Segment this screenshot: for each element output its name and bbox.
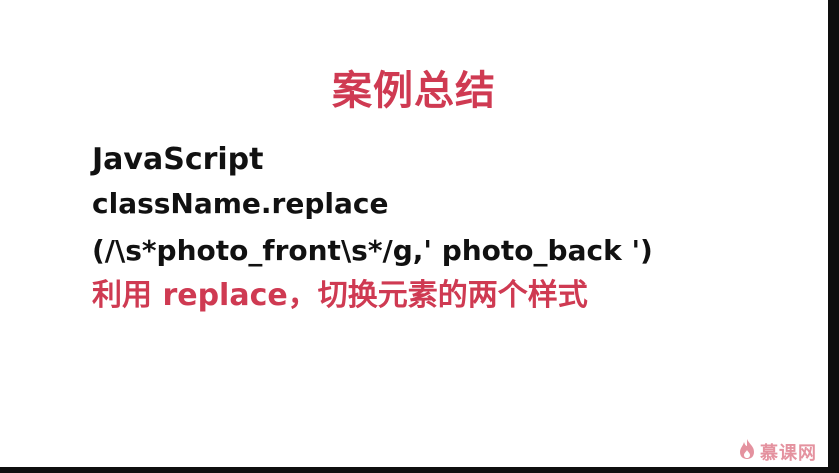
- right-edge-bar: [828, 0, 839, 473]
- watermark: 慕课网: [738, 438, 817, 465]
- watermark-text: 慕课网: [760, 442, 817, 464]
- content-line-arguments: (/\s*photo_front\s*/g,' photo_back '): [92, 234, 653, 267]
- slide: 案例总结 JavaScript className.replace (/\s*p…: [0, 0, 828, 467]
- slide-content: JavaScript className.replace (/\s*photo_…: [92, 140, 812, 318]
- flame-logo-icon: [738, 438, 756, 465]
- content-line-method: className.replace: [92, 187, 389, 220]
- bottom-edge-bar: [0, 467, 839, 473]
- content-line-summary: 利用 replace，切换元素的两个样式: [92, 278, 588, 313]
- content-line-language: JavaScript: [92, 142, 264, 177]
- video-frame: 案例总结 JavaScript className.replace (/\s*p…: [0, 0, 839, 473]
- slide-title: 案例总结: [332, 68, 496, 114]
